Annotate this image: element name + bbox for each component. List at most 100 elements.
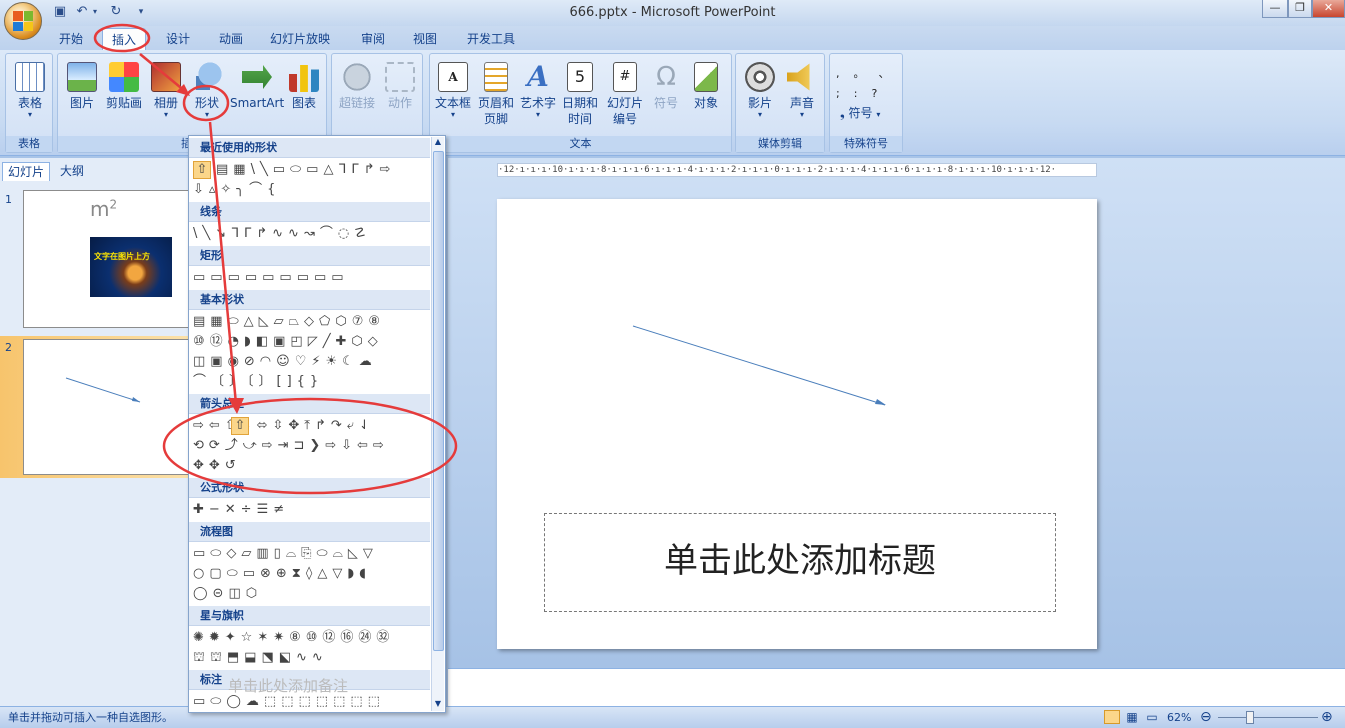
movie-button[interactable]: 影片 ▾ (740, 62, 780, 119)
tab-home[interactable]: 开始 (50, 28, 92, 50)
horizontal-ruler: ·12·ı·ı·ı·10·ı·ı·ı·8·ı·ı·ı·6·ı·ı·ı·4·ı·ı… (497, 163, 1097, 177)
slide-thumbnail-2[interactable] (23, 339, 193, 475)
basic-shapes-row[interactable]: ◫▣◉⊘◠☺♡⚡☀☾☁ (191, 352, 431, 372)
image-caption: 文字在图片上方 (94, 252, 150, 261)
smartart-icon (242, 65, 272, 89)
tab-slideshow[interactable]: 幻灯片放映 (262, 28, 338, 50)
thumbnail-text: m2 (90, 197, 118, 221)
lines-row[interactable]: \╲↘ᒣᒥ↱∿∿↝⌒◌☡ (191, 224, 431, 244)
rectangles-row[interactable]: ▭▭▭▭▭▭▭▭▭ (191, 268, 431, 288)
textbox-button[interactable]: A 文本框 ▾ (432, 62, 474, 119)
picture-icon (67, 62, 97, 92)
notes-placeholder[interactable]: 单击此处添加备注 (228, 675, 348, 696)
table-button[interactable]: 表格 ▾ (10, 62, 50, 119)
thumbnail-image: 文字在图片上方 (90, 237, 172, 297)
arrows-row[interactable]: ✥✥↺ (191, 456, 431, 476)
tab-insert[interactable]: 插入 (102, 28, 146, 50)
group-label-media: 媒体剪辑 (736, 136, 824, 152)
notes-pane[interactable] (448, 668, 1345, 706)
action-button[interactable]: 动作 (380, 62, 420, 111)
smartart-button[interactable]: SmartArt (230, 62, 284, 111)
tab-design[interactable]: 设计 (156, 28, 200, 50)
picture-button[interactable]: 图片 (64, 62, 100, 111)
restore-button[interactable]: ❐ (1288, 0, 1312, 18)
zoom-slider-thumb[interactable] (1246, 711, 1254, 724)
shapes-gallery: 最近使用的形状 ⇧ ▤▦\╲▭⬭▭△ᒣᒥ↱⇨ ⇩▵✧╮⌒{ 线条 \╲↘ᒣᒥ↱∿∿… (188, 135, 446, 713)
hyperlink-button[interactable]: 超链接 (336, 62, 378, 111)
stars-row[interactable]: ⛫⛫⬒⬓⬔⬕∿∿ (191, 648, 431, 668)
symbol-button[interactable]: Ω 符号 (648, 62, 684, 111)
window-title: 666.pptx - Microsoft PowerPoint (569, 5, 776, 20)
section-rectangles: 矩形 (189, 246, 430, 266)
arrows-row[interactable]: ⟲⟳⤴⤻⇨⇥⊐❯⇨⇩⇦⇨ (191, 436, 431, 456)
office-button[interactable] (4, 2, 42, 40)
tab-animations[interactable]: 动画 (208, 28, 254, 50)
basic-shapes-row[interactable]: ▤▦⬭△◺▱⏢◇⬠⬡⑦⑧ (191, 312, 431, 332)
omega-icon: Ω (656, 62, 676, 92)
office-logo-icon (13, 11, 33, 31)
title-placeholder[interactable]: 单击此处添加标题 (544, 513, 1056, 612)
normal-view-icon[interactable] (1104, 710, 1120, 724)
tab-slides[interactable]: 幻灯片 (2, 162, 50, 181)
thumbnail-arrow (65, 377, 141, 403)
wordart-icon: A (527, 60, 549, 93)
tab-developer[interactable]: 开发工具 (456, 28, 526, 50)
object-button[interactable]: 对象 (686, 62, 726, 111)
minimize-button[interactable]: — (1262, 0, 1288, 18)
sound-button[interactable]: 声音 ▾ (782, 62, 822, 119)
slide-sorter-icon[interactable]: ▦ (1124, 710, 1140, 724)
wordart-button[interactable]: A 艺术字 ▾ (518, 62, 558, 119)
group-label-special-symbols: 特殊符号 (830, 136, 902, 152)
clip-art-button[interactable]: 剪贴画 (102, 62, 146, 111)
slide-thumbnail-1[interactable]: m2 文字在图片上方 (23, 190, 193, 328)
basic-shapes-row[interactable]: ⑩⑫◔◗◧▣◰◸╱✚⬡◇ (191, 332, 431, 352)
date-time-button[interactable]: 5 日期和时间 (558, 62, 602, 127)
flowchart-row[interactable]: ○▢⬭▭⊗⊕⧗◊△▽◗◖ (191, 564, 431, 584)
arrows-row[interactable]: ⇨⇦⇧⇩⬄⇳✥⤒↱↷⤶⇃ (191, 416, 431, 436)
recent-shapes-row[interactable]: ⇧ ▤▦\╲▭⬭▭△ᒣᒥ↱⇨ (191, 160, 431, 180)
group-text: A 文本框 ▾ 页眉和页脚 A 艺术字 ▾ 5 日期和时间 # 幻灯片编号 Ω 符号… (429, 53, 732, 153)
stars-row[interactable]: ✺✹✦☆✶✷⑧⑩⑫⑯㉔㉜ (191, 628, 431, 648)
table-icon (15, 62, 45, 92)
zoom-level[interactable]: 62% (1167, 707, 1191, 728)
slide-number: 2 (5, 341, 12, 354)
tab-outline[interactable]: 大纲 (52, 162, 92, 181)
clip-art-icon (109, 62, 139, 92)
chart-button[interactable]: 图表 (286, 62, 322, 111)
symbol-dropdown[interactable]: ❟ 符号 ▾ (840, 104, 900, 121)
selected-up-arrow-icon[interactable]: ⇧ (193, 161, 211, 179)
close-button[interactable]: ✕ (1312, 0, 1345, 18)
ribbon-tab-bar (0, 26, 1345, 50)
tab-review[interactable]: 审阅 (350, 28, 396, 50)
equation-row[interactable]: ✚−✕÷☰≠ (191, 500, 431, 520)
gallery-scrollbar[interactable]: ▲ ▼ (431, 137, 444, 711)
recent-shapes-row[interactable]: ⇩▵✧╮⌒{ (191, 180, 431, 200)
slideshow-icon[interactable]: ▭ (1144, 710, 1160, 724)
zoom-out-button[interactable]: ⊖ (1200, 707, 1212, 728)
shapes-button[interactable]: 形状 ▾ (188, 62, 226, 119)
selected-up-arrow-shape[interactable]: ⇧ (231, 417, 249, 435)
flowchart-row[interactable]: ◯⊝◫⬡ (191, 584, 431, 604)
flowchart-row[interactable]: ▭⬭◇▱▥▯⌓⎘⬭⌓◺▽ (191, 544, 431, 564)
group-tables: 表格 ▾ 表格 (5, 53, 53, 153)
action-icon (385, 62, 415, 92)
scroll-up-icon[interactable]: ▲ (432, 137, 444, 149)
hyperlink-icon (342, 62, 372, 92)
header-footer-button[interactable]: 页眉和页脚 (474, 62, 518, 127)
special-symbols-grid[interactable]: , 。 、 ; : ? (836, 64, 900, 104)
tab-view[interactable]: 视图 (402, 28, 448, 50)
scroll-thumb[interactable] (433, 151, 444, 651)
zoom-slider[interactable] (1218, 717, 1318, 718)
photo-album-icon (151, 62, 181, 92)
slide-number-button[interactable]: # 幻灯片编号 (602, 62, 648, 127)
slide-number-icon: # (613, 62, 637, 92)
section-block-arrows: 箭头总汇 (189, 394, 430, 414)
basic-shapes-row[interactable]: ⌒〔〕〔〕[]{} (191, 372, 431, 392)
photo-album-button[interactable]: 相册 ▾ (148, 62, 184, 119)
zoom-in-button[interactable]: ⊕ (1321, 707, 1333, 728)
section-basic-shapes: 基本形状 (189, 290, 430, 310)
chart-icon (289, 65, 319, 92)
scroll-down-icon[interactable]: ▼ (432, 699, 444, 711)
group-label-tables: 表格 (6, 136, 52, 152)
shapes-icon (192, 62, 222, 92)
